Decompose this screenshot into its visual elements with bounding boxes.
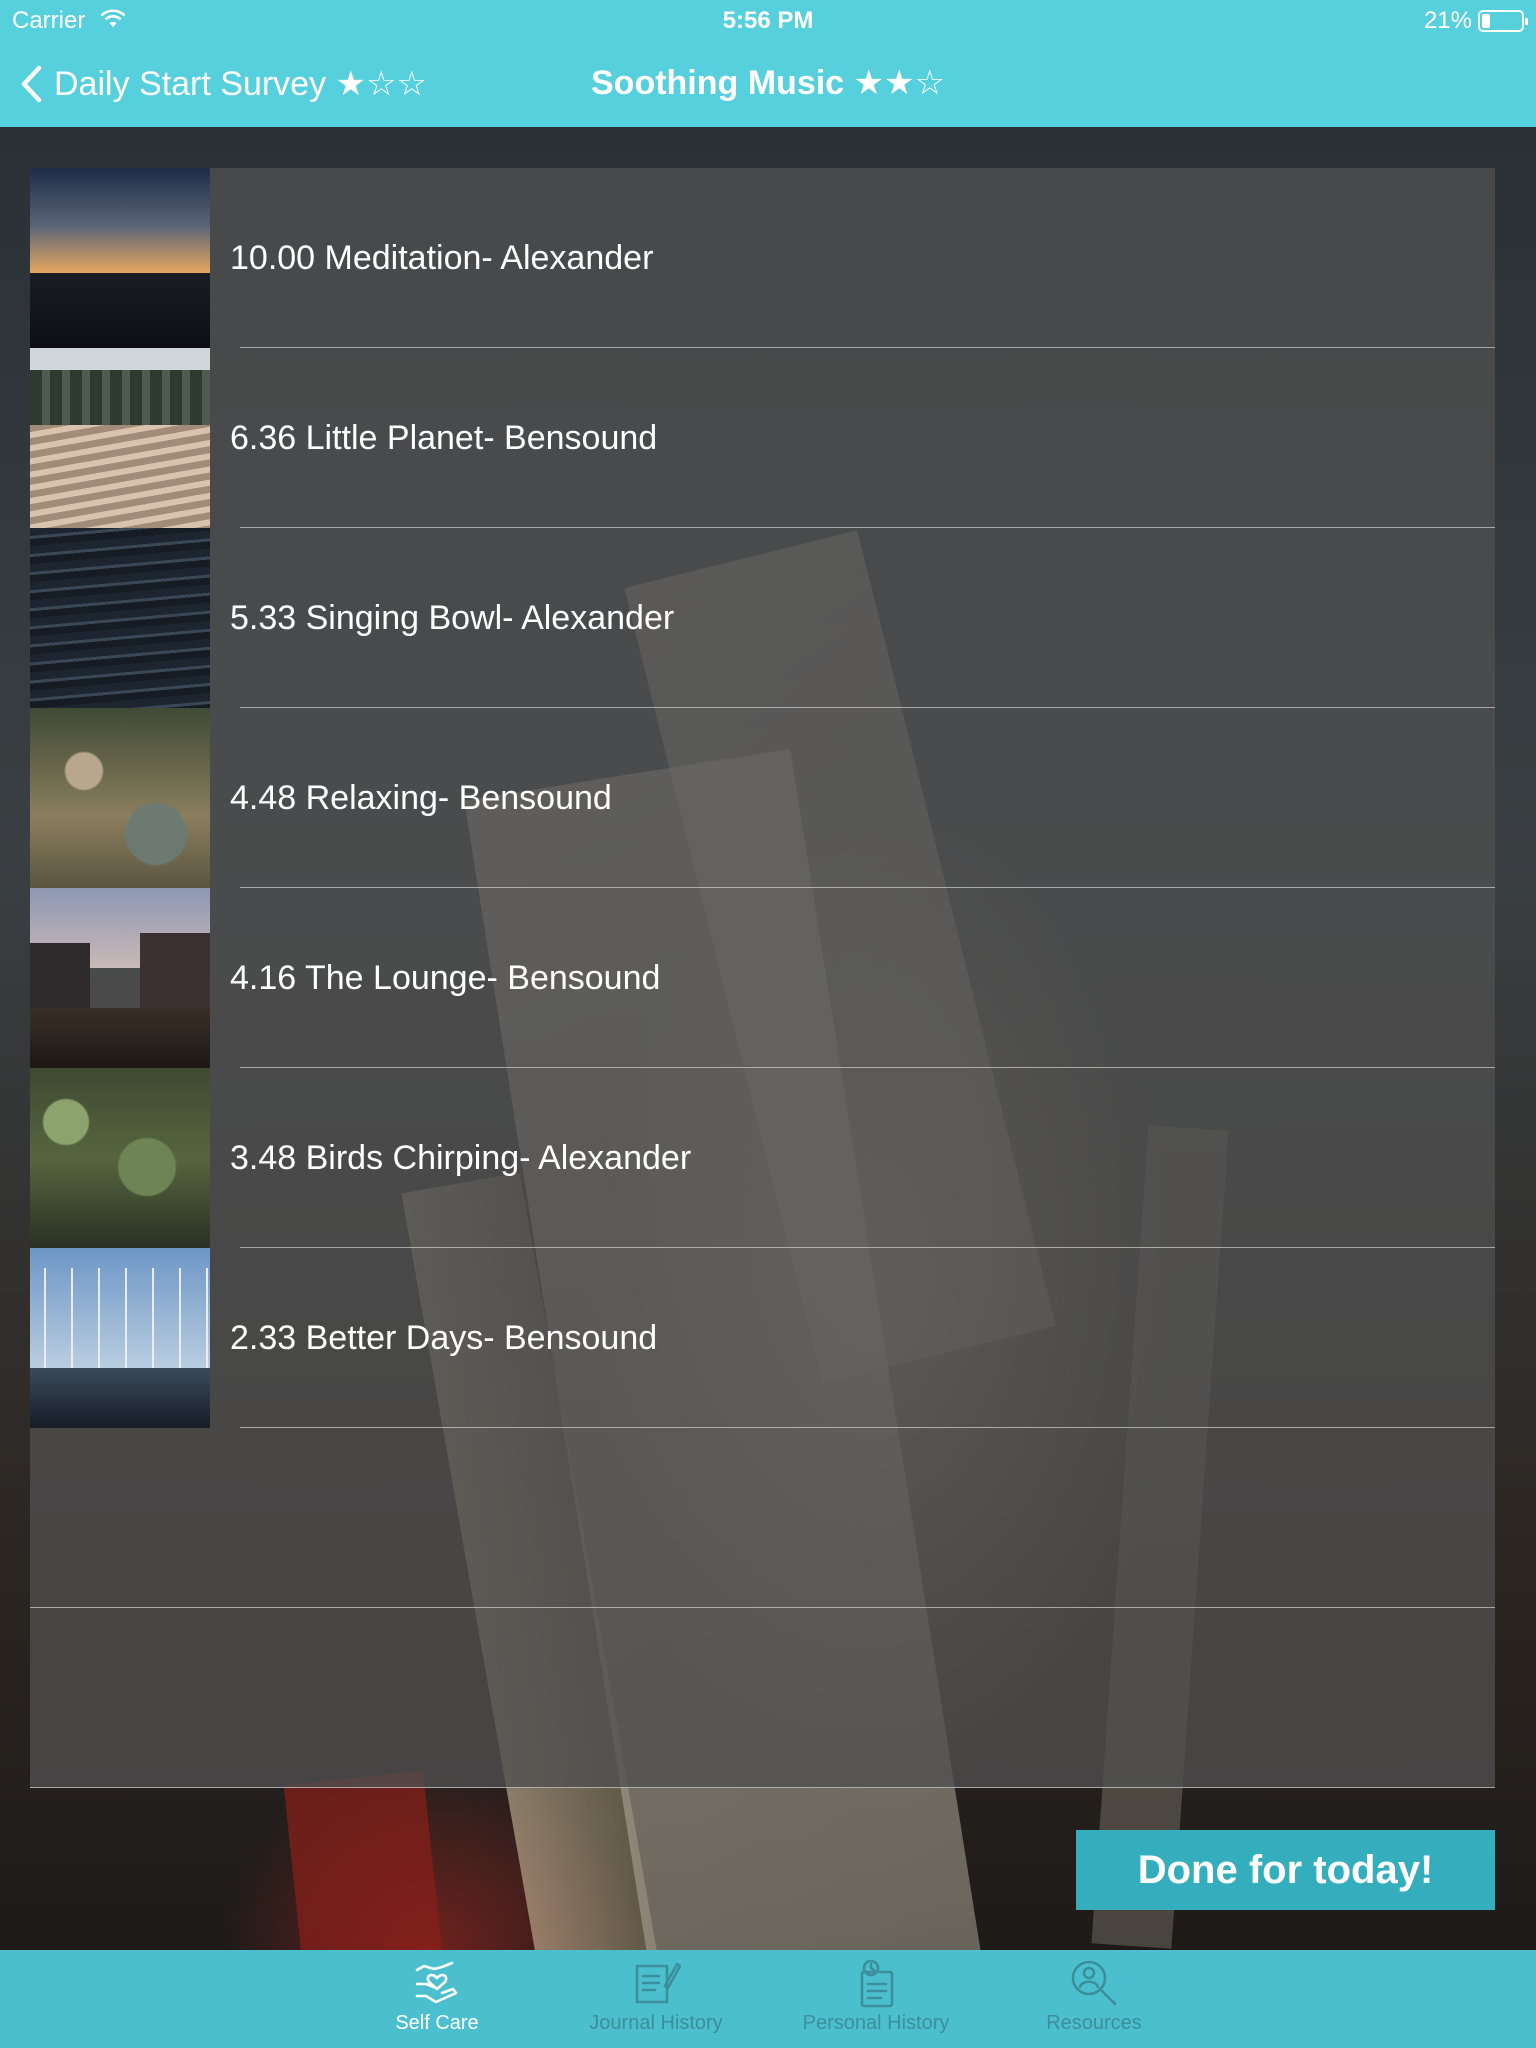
thumbnail-marina-sailboats (30, 1248, 210, 1428)
track-title: 5.33 Singing Bowl- Alexander (230, 599, 675, 637)
track-title: 4.48 Relaxing- Bensound (230, 779, 612, 817)
track-row[interactable]: 2.33 Better Days- Bensound (30, 1248, 1495, 1428)
tab-label: Self Care (395, 2012, 479, 2034)
track-title: 4.16 The Lounge- Bensound (230, 959, 661, 997)
track-title: 2.33 Better Days- Bensound (230, 1319, 658, 1357)
tab-personal-history[interactable]: Personal History (776, 1950, 976, 2048)
thumbnail-ocean-waves (30, 528, 210, 708)
navigation-bar: Daily Start Survey ★☆☆ Soothing Music ★★… (0, 40, 1536, 127)
red-book (283, 1770, 457, 1950)
status-bar: Carrier 5:56 PM 21% (0, 0, 1536, 40)
track-list: 10.00 Meditation- Alexander 6.36 Little … (30, 168, 1495, 1788)
track-row[interactable]: 4.16 The Lounge- Bensound (30, 888, 1495, 1068)
tab-label: Resources (1046, 2012, 1142, 2034)
journal-icon (556, 1958, 756, 2008)
thumbnail-sunset-over-water (30, 168, 210, 348)
thumbnail-trees-over-railway (30, 348, 210, 528)
track-row[interactable]: 6.36 Little Planet- Bensound (30, 348, 1495, 528)
track-row[interactable]: 10.00 Meditation- Alexander (30, 168, 1495, 348)
track-row[interactable]: 4.48 Relaxing- Bensound (30, 708, 1495, 888)
done-for-today-button[interactable]: Done for today! (1076, 1830, 1495, 1910)
tab-resources[interactable]: Resources (994, 1950, 1194, 2048)
battery-percent: 21% (1423, 7, 1472, 34)
thumbnail-forest-stream (30, 1068, 210, 1248)
clock: 5:56 PM (722, 7, 814, 34)
track-row[interactable]: 5.33 Singing Bowl- Alexander (30, 528, 1495, 708)
empty-row (30, 1608, 1495, 1788)
battery-status: 21% (1423, 7, 1528, 35)
tab-self-care[interactable]: Self Care (337, 1950, 537, 2048)
tab-journal-history[interactable]: Journal History (556, 1950, 756, 2048)
clipboard-clock-icon (776, 1958, 976, 2008)
track-title: 3.48 Birds Chirping- Alexander (230, 1139, 692, 1177)
row-divider (30, 1787, 1495, 1788)
page-title: Soothing Music ★★☆ (591, 64, 945, 102)
person-search-icon (994, 1958, 1194, 2008)
battery-icon (1478, 10, 1528, 32)
tab-label: Personal History (802, 2012, 950, 2034)
track-title: 10.00 Meditation- Alexander (230, 239, 654, 277)
thumbnail-rocks-and-plants (30, 708, 210, 888)
header-bar: Carrier 5:56 PM 21% Daily Start Survey ★… (0, 0, 1536, 127)
track-title: 6.36 Little Planet- Bensound (230, 419, 658, 457)
empty-row (30, 1428, 1495, 1608)
thumbnail-street-at-dusk (30, 888, 210, 1068)
tab-bar: Self Care Journal History Personal Histo… (0, 1950, 1536, 2048)
track-row[interactable]: 3.48 Birds Chirping- Alexander (30, 1068, 1495, 1248)
tab-label: Journal History (589, 2012, 723, 2034)
hands-heart-icon (337, 1958, 537, 2008)
